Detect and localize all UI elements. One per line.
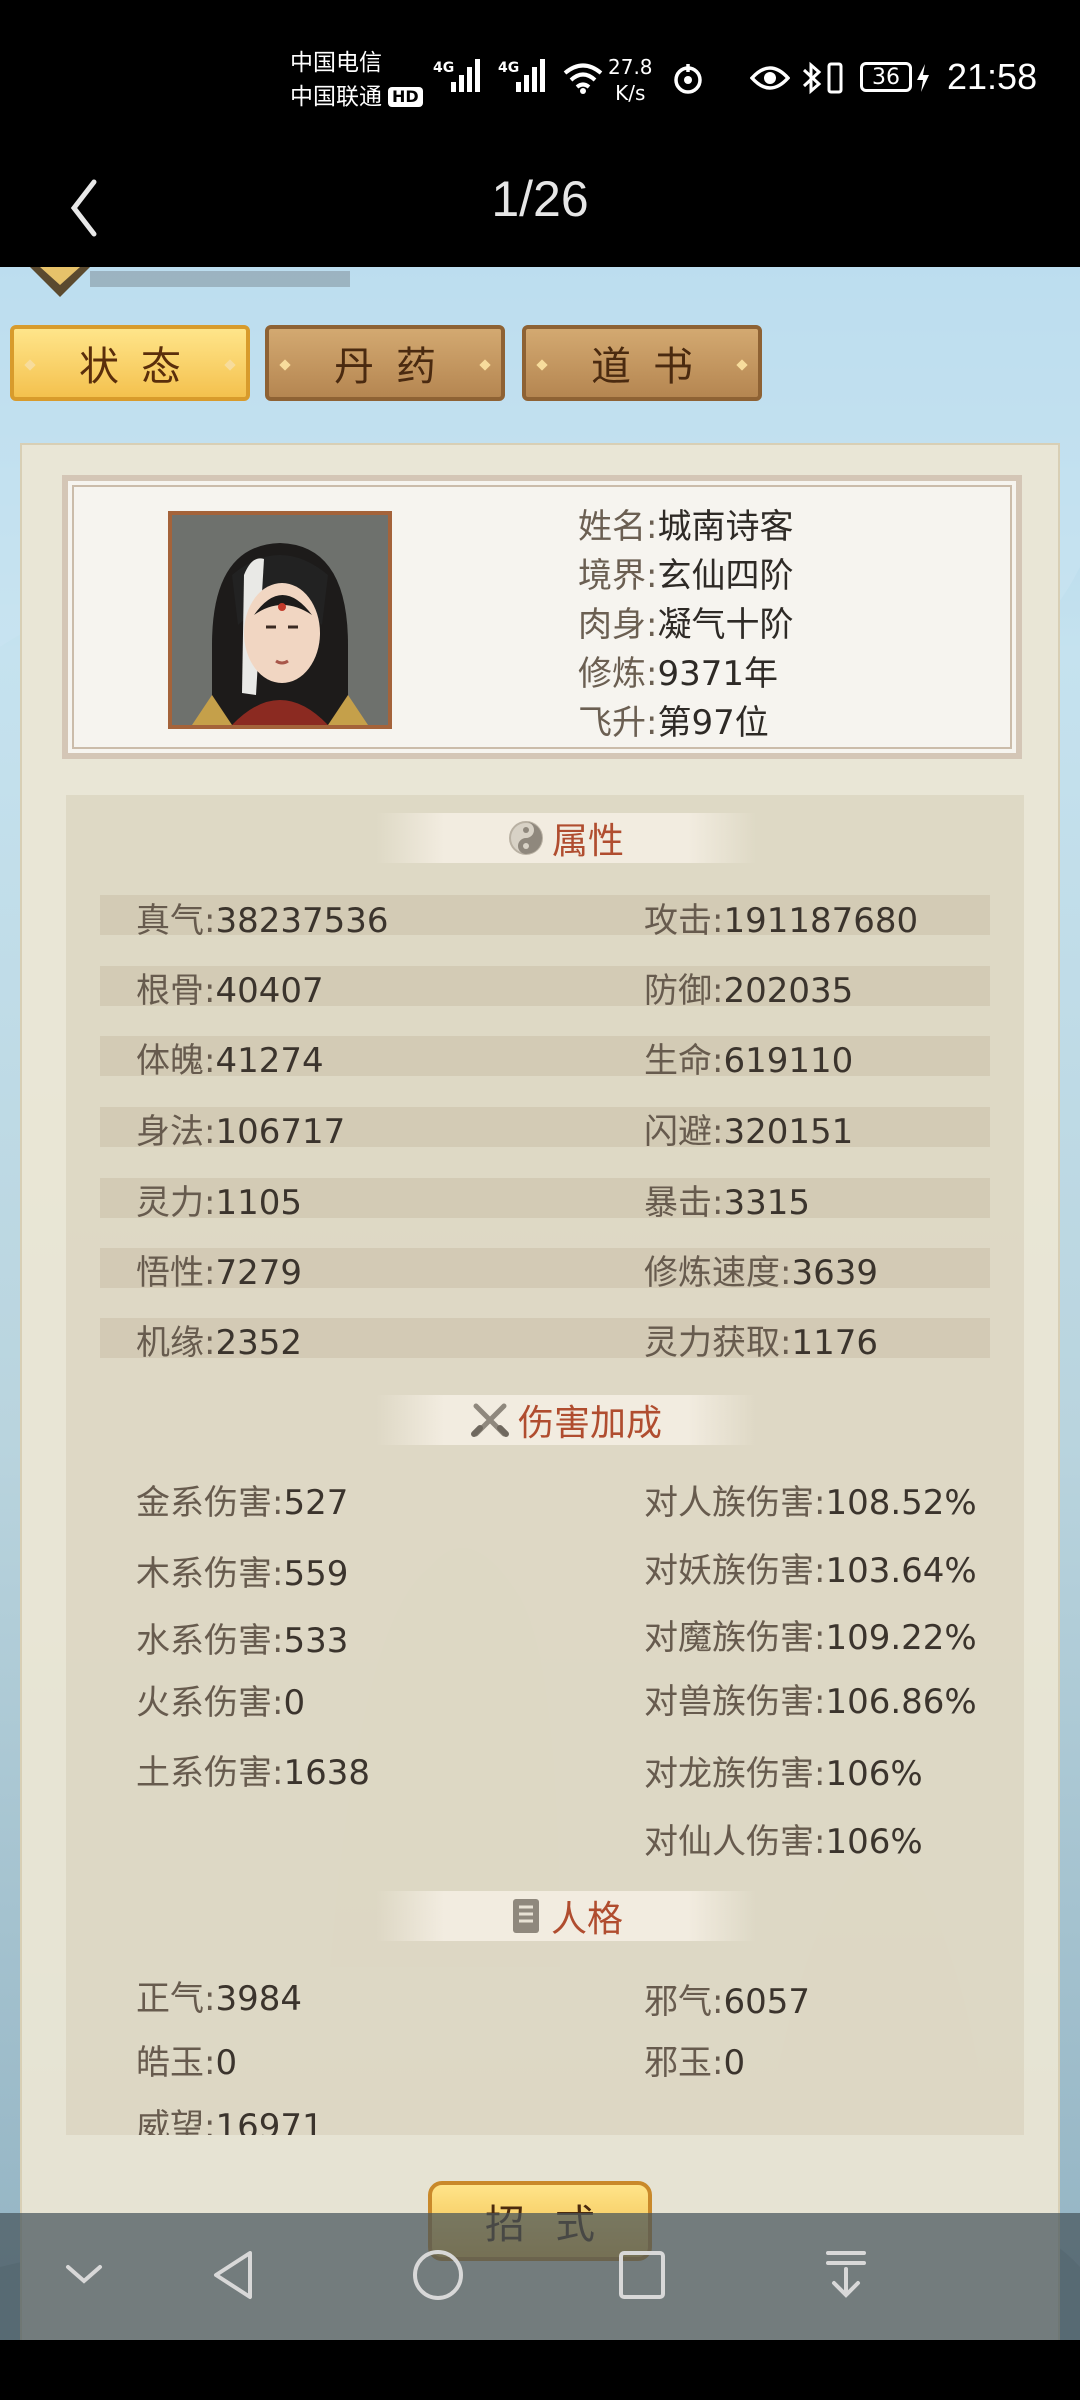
attr-shenfa: 身法:106717 [136, 1112, 346, 1152]
attr-wuxing: 悟性:7279 [136, 1253, 302, 1293]
damage-section-title: 伤害加成 [376, 1395, 756, 1445]
profile-realm-row: 境界:玄仙四阶 [578, 556, 794, 596]
viewer-header: 1/26 [0, 150, 1080, 267]
tab-pills-label: 丹药 [334, 344, 458, 390]
net-speed-value: 27.8 [608, 55, 653, 79]
nav-home-icon[interactable] [410, 2247, 466, 2303]
tab-books[interactable]: 道书 [522, 325, 762, 401]
dmg-wood: 木系伤害:559 [136, 1554, 349, 1594]
notification-pull-icon[interactable] [822, 2247, 870, 2303]
attr-shanbi: 闪避:320151 [644, 1112, 854, 1152]
status-panel: 姓名:城南诗客 境界:玄仙四阶 肉身:凝气十阶 修炼:9371年 飞升:第97位… [20, 443, 1060, 2400]
pers-xieyu: 邪玉:0 [644, 2043, 746, 2083]
profile-body: 凝气十阶 [657, 605, 794, 645]
attr-xiulian-speed: 修炼速度:3639 [644, 1253, 878, 1293]
stats-area: 属性 真气:38237536 根骨:40407 体魄:41274 身法:1067… [66, 795, 1024, 2135]
net-speed-unit: K/s [615, 81, 646, 105]
battery-level: 36 [872, 64, 900, 90]
profile-name: 城南诗客 [657, 507, 794, 547]
profile-ascension-row: 飞升:第97位 [578, 703, 769, 743]
dmg-vs-demon: 对妖族伤害:103.64% [644, 1551, 977, 1591]
collapse-down-icon[interactable] [62, 2259, 106, 2289]
carrier-1: 中国电信 [290, 50, 382, 76]
scroll-icon [512, 1899, 539, 1933]
sync-icon [674, 64, 702, 94]
carrier-2: 中国联通 [290, 84, 382, 110]
dmg-vs-devil: 对魔族伤害:109.22% [644, 1618, 977, 1658]
profile-cultivation: 9371年 [657, 654, 778, 694]
attr-gongji: 攻击:191187680 [644, 901, 919, 941]
tab-pills[interactable]: 丹药 [265, 325, 505, 401]
charging-icon [917, 64, 929, 92]
page-indicator: 1/26 [491, 171, 589, 227]
yin-yang-icon [508, 821, 543, 855]
dmg-vs-human: 对人族伤害:108.52% [644, 1483, 977, 1523]
dmg-vs-dragon: 对龙族伤害:106% [644, 1754, 923, 1794]
dmg-vs-immortal: 对仙人伤害:106% [644, 1822, 923, 1862]
system-status-bar: 中国电信 中国联通 HD 4G 4G 27.8 K/s 36 21:58 [0, 0, 1080, 150]
network-speed: 27.8 K/s [608, 54, 653, 106]
dmg-earth: 土系伤害:1638 [136, 1753, 370, 1793]
attr-shengming: 生命:619110 [644, 1041, 854, 1081]
bottom-bezel [0, 2340, 1080, 2400]
carrier-info: 中国电信 中国联通 HD [290, 46, 423, 114]
eye-icon [750, 66, 790, 90]
attr-lingli: 灵力:1105 [136, 1183, 302, 1223]
tab-books-label: 道书 [591, 344, 715, 390]
hd-badge: HD [388, 87, 423, 107]
profile-body-row: 肉身:凝气十阶 [578, 605, 794, 645]
nav-recents-icon[interactable] [617, 2247, 667, 2303]
dmg-fire: 火系伤害:0 [136, 1683, 306, 1723]
crossed-swords-icon [470, 1403, 509, 1437]
profile-fields: 姓名:城南诗客 境界:玄仙四阶 肉身:凝气十阶 修炼:9371年 飞升:第97位 [578, 503, 793, 748]
banner-decoration [30, 267, 350, 297]
profile-name-row: 姓名:城南诗客 [578, 507, 794, 547]
dmg-water: 水系伤害:533 [136, 1621, 349, 1661]
attr-tipo: 体魄:41274 [136, 1041, 324, 1081]
profile-cultivation-row: 修炼:9371年 [578, 654, 778, 694]
attr-baoji: 暴击:3315 [644, 1183, 810, 1223]
bluetooth-icon [802, 61, 822, 95]
dmg-metal: 金系伤害:527 [136, 1483, 349, 1523]
nav-back-icon[interactable] [208, 2247, 258, 2303]
dmg-vs-beast: 对兽族伤害:106.86% [644, 1682, 977, 1722]
tab-status-label: 状态 [79, 344, 203, 390]
attr-zhenqi: 真气:38237536 [136, 901, 389, 941]
character-avatar [168, 511, 392, 729]
tab-status[interactable]: 状态 [10, 325, 250, 401]
profile-card: 姓名:城南诗客 境界:玄仙四阶 肉身:凝气十阶 修炼:9371年 飞升:第97位 [62, 475, 1022, 759]
attr-lingli-gain: 灵力获取:1176 [644, 1323, 878, 1363]
profile-ascension: 第97位 [657, 703, 769, 743]
profile-realm: 玄仙四阶 [657, 556, 794, 596]
pers-haoyu: 皓玉:0 [136, 2043, 238, 2083]
attr-jiyuan: 机缘:2352 [136, 1323, 302, 1363]
pers-xieqi: 邪气:6057 [644, 1982, 810, 2022]
android-nav-bar [0, 2213, 1080, 2340]
personality-section-title: 人格 [376, 1891, 756, 1941]
battery-icon: 36 [860, 62, 912, 92]
attr-gengu: 根骨:40407 [136, 971, 324, 1011]
wifi-icon [563, 63, 603, 94]
attr-fangyu: 防御:202035 [644, 971, 854, 1011]
pers-weiwang: 威望:16971 [136, 2107, 324, 2135]
clock: 21:58 [947, 56, 1038, 97]
vibrate-icon [827, 62, 843, 94]
game-screen: 状态 丹药 道书 姓名:城南诗客 境界:玄仙四阶 肉身:凝气十阶 修炼:9371… [0, 267, 1080, 2400]
pers-zhengqi: 正气:3984 [136, 1979, 302, 2019]
attributes-section-title: 属性 [376, 813, 756, 863]
